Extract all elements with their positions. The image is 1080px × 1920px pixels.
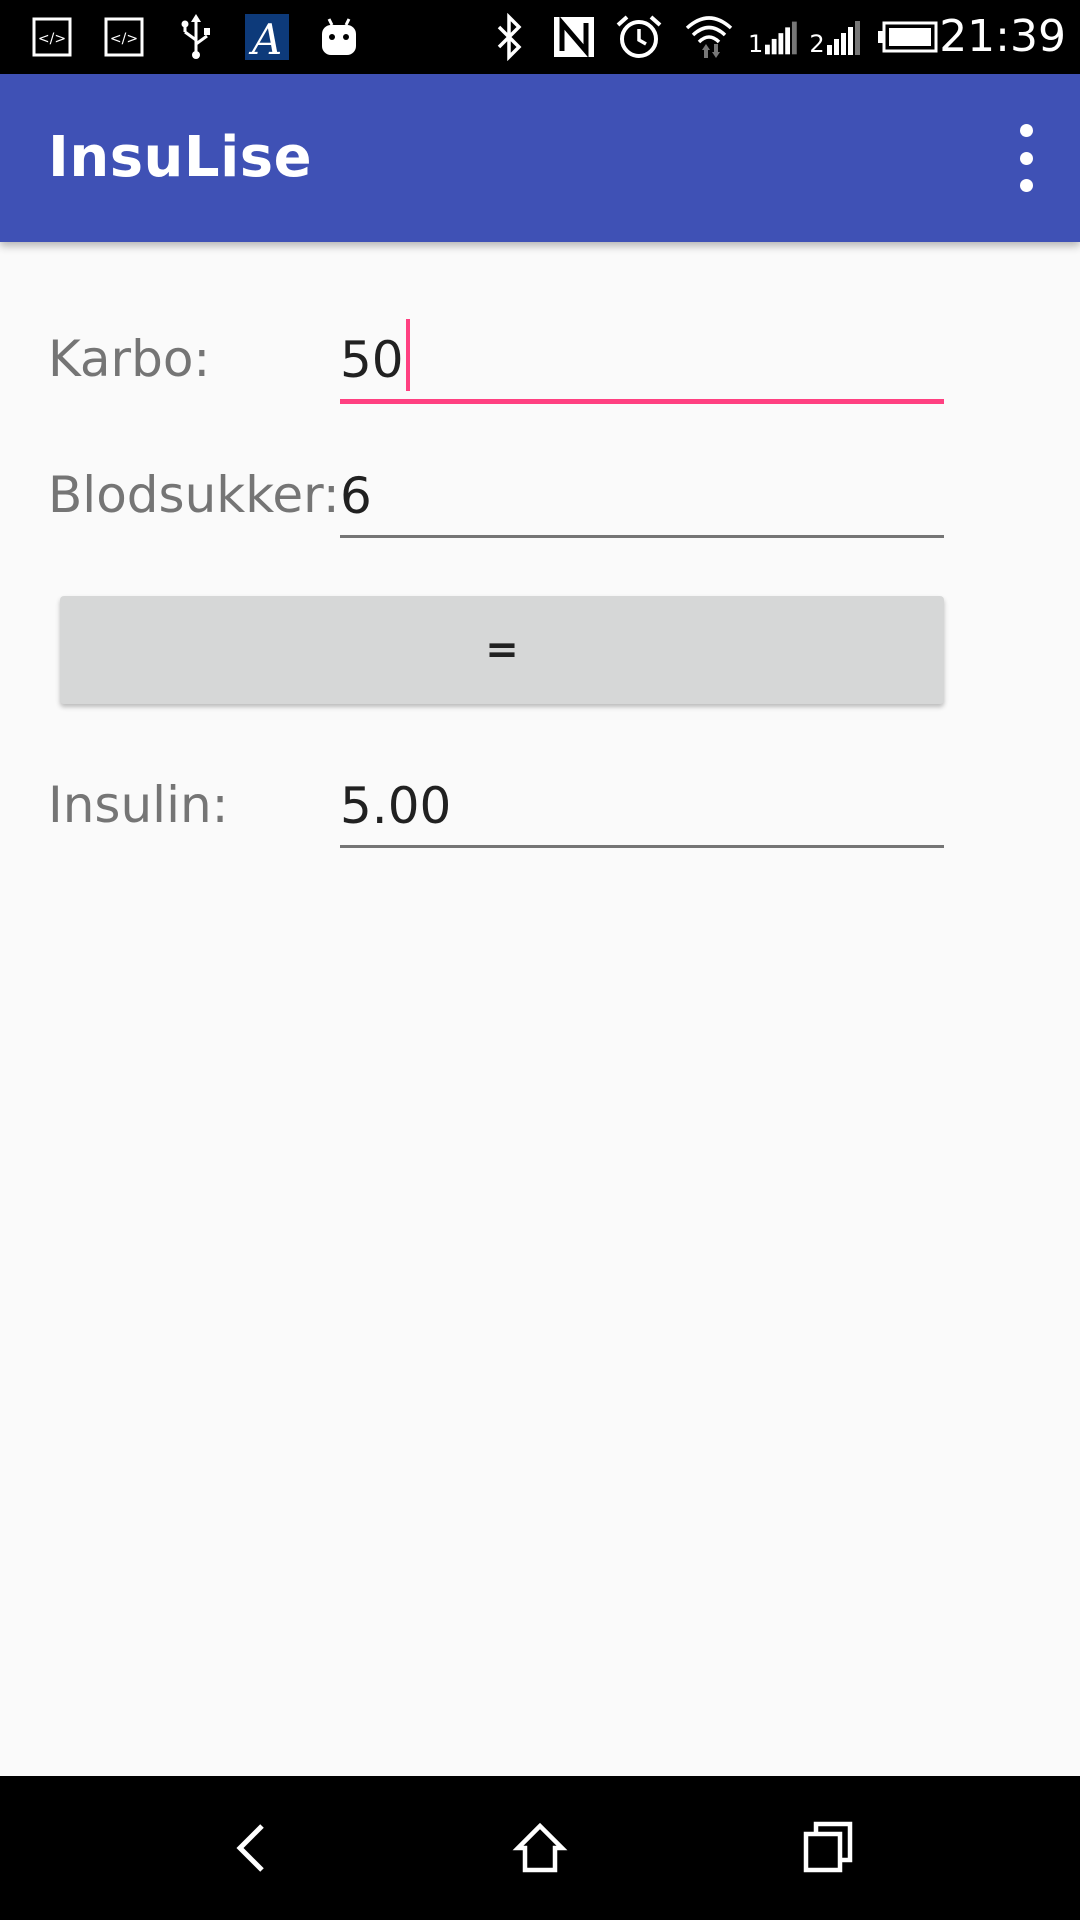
blodsukker-label: Blodsukker: [48, 466, 340, 524]
status-time: 21:39 [939, 11, 1066, 62]
insulin-output[interactable]: 5.00 [340, 768, 944, 848]
home-icon[interactable] [490, 1798, 590, 1898]
wifi-icon [682, 10, 736, 64]
signal-label: 1 [748, 30, 764, 58]
karbo-value-wrap: 50 [340, 319, 410, 391]
back-icon[interactable] [202, 1798, 302, 1898]
signal-icon: 2 [808, 10, 862, 64]
text-cursor [405, 319, 410, 391]
bluetooth-icon [490, 10, 530, 64]
svg-text:A: A [248, 15, 282, 60]
battery-icon [876, 10, 940, 64]
blodsukker-input[interactable]: 6 [340, 458, 944, 538]
menu-dot [1019, 179, 1033, 192]
app-title: InsuLise [48, 125, 313, 190]
app-icon: A [244, 10, 290, 64]
calculate-button[interactable]: = [60, 596, 944, 704]
blodsukker-value: 6 [340, 467, 372, 525]
insulin-label: Insulin: [48, 776, 229, 834]
svg-text:</>: </> [38, 31, 66, 47]
menu-dot [1019, 124, 1033, 137]
karbo-input[interactable]: 50 [340, 319, 944, 404]
screen: </> </> A 1 2 21:39 InsuLise Karbo: 50 B… [0, 0, 1080, 1920]
navigation-bar [0, 1776, 1080, 1920]
android-icon [316, 10, 362, 64]
karbo-value: 50 [340, 331, 404, 389]
status-bar: </> </> A 1 2 21:39 [0, 0, 1080, 74]
more-vert-icon[interactable] [1006, 124, 1046, 192]
signal-icon: 1 [748, 10, 798, 64]
karbo-label: Karbo: [48, 330, 211, 388]
menu-dot [1019, 151, 1033, 165]
nfc-icon [550, 10, 598, 64]
code-icon: </> [102, 10, 146, 64]
insulin-value: 5.00 [340, 777, 452, 835]
alarm-icon [614, 10, 664, 64]
usb-icon [174, 10, 218, 64]
svg-text:</>: </> [110, 31, 138, 47]
signal-label: 2 [809, 30, 825, 58]
code-icon: </> [30, 10, 74, 64]
app-bar: InsuLise [0, 74, 1080, 242]
recents-icon[interactable] [778, 1798, 878, 1898]
